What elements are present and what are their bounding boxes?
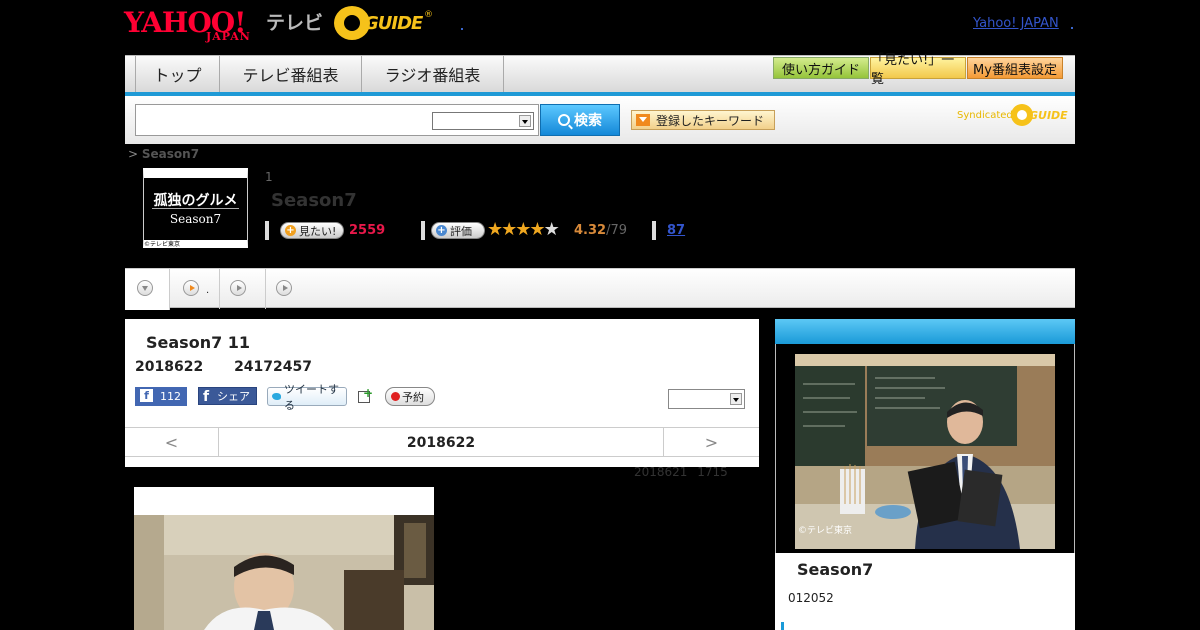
rating-count: /79 [606,223,627,238]
want-button-label: 見たい! [299,224,337,238]
thumbnail-title: 孤独のグルメ [153,193,238,209]
search-bar: 検索 登録したキーワード Syndicated GUIDE [125,96,1075,144]
tab-4[interactable] [266,269,311,309]
facebook-share-button[interactable]: シェア [198,387,257,405]
yahoo-japan-logo[interactable]: YAHOO! JAPAN [124,6,264,43]
program-thumbnail[interactable]: 孤独のグルメ Season7 ©テレビ東京 [143,168,248,248]
star-icon: ★ [515,219,531,240]
program-title: Season7 [271,190,357,211]
tab-3[interactable] [220,269,266,309]
my-listings-settings-button[interactable]: My番組表設定 [967,57,1063,79]
divider-bar [652,221,656,240]
tv-logo-text[interactable]: テレビ [266,8,323,35]
rating-score: 4.32/79 [574,223,627,238]
search-category-select[interactable] [432,112,534,130]
star-icon: ★ [529,219,545,240]
sidebar-image-copyright: ©テレビ東京 [798,526,853,536]
sidebar-program-subtitle: 012052 [788,591,834,605]
current-episode-date: 2018622 [406,434,476,451]
tab-2[interactable] [170,269,220,309]
star-icon: ★ [501,219,517,240]
divider-bar [421,221,425,240]
play-icon [276,280,292,296]
plus-icon: + [363,386,374,400]
want-list-button[interactable]: 「見たい!」一覧 [870,53,966,87]
episode-photo [134,487,434,630]
tab-episode-active[interactable] [125,269,170,310]
evaluate-button[interactable]: + 評価 [431,222,485,239]
search-button[interactable]: 検索 [540,104,620,136]
global-nav: トップ テレビ番組表 ラジオ番組表 使い方ガイド 「見たい!」一覧 My番組表設… [125,53,1075,96]
episode-air-date: 2018622 24172457 [135,359,312,375]
gguide-logo-text: GUIDE [364,13,423,34]
chevron-down-icon [730,393,742,405]
thumbnail-season: Season7 [169,212,222,226]
episode-updated-time: 2018621 1715 [634,465,728,479]
chevron-down-icon [519,115,531,127]
plus-icon: + [285,225,296,236]
episode-title: Season7 11 [146,333,251,352]
episode-index: 1 [265,170,273,184]
evaluate-button-label: 評価 [450,224,472,238]
play-icon [230,280,246,296]
rating-value: 4.32 [574,223,607,238]
search-icon [558,114,570,126]
sidebar-accent-bar [781,622,784,630]
divider-bar [265,221,269,240]
nav-tab-top[interactable]: トップ [135,56,220,92]
tweet-button[interactable]: ツイートする [267,383,347,412]
next-episode-button[interactable]: > [663,428,759,457]
program-tabs [125,268,1075,310]
reserve-button[interactable]: 予約 [385,387,435,406]
syndicated-gguide-logo: GUIDE [1011,104,1068,126]
add-calendar-icon[interactable]: + [357,386,374,404]
star-icon: ★ [543,219,560,240]
sidebar-program-title[interactable]: Season7 [797,560,873,579]
registered-keywords-label: 登録したキーワード [656,113,765,128]
breadcrumb-separator: > [128,147,139,161]
episode-date-nav: < 2018622 > [125,427,759,457]
dropdown-arrow-icon [636,114,650,126]
nav-tab-radio-listings[interactable]: ラジオ番組表 [362,56,504,92]
want-count: 2559 [349,223,386,238]
sidebar-program-image[interactable] [795,354,1055,549]
registered-keywords-button[interactable]: 登録したキーワード [631,110,775,130]
gguide-logo[interactable]: GUIDE ® [334,6,434,42]
yahoo-japan-link[interactable]: Yahoo! JAPAN [973,16,1059,31]
header-link-dot [461,28,463,30]
thumbnail-divider [152,208,239,209]
usage-guide-button[interactable]: 使い方ガイド [773,57,869,79]
syndicated-label: Syndicated [957,110,1013,121]
chevron-down-icon [137,280,153,296]
breadcrumb-current: Season7 [141,147,200,161]
want-button[interactable]: + 見たい! [280,222,344,239]
prev-episode-button[interactable]: < [125,428,219,457]
program-key-visual [795,354,1055,549]
nav-tab-tv-listings[interactable]: テレビ番組表 [220,56,362,92]
tab-label: . [206,285,210,296]
facebook-like-button[interactable]: 112 [135,387,187,406]
episode-select[interactable] [668,389,745,409]
episode-photo-image [134,515,434,630]
sidebar-header [775,319,1075,344]
breadcrumb: > Season7 [128,147,199,161]
plus-icon: + [436,225,447,236]
syndicated-logo-text: GUIDE [1029,109,1068,122]
review-count-link[interactable]: 87 [667,223,685,238]
thumbnail-copyright: ©テレビ東京 [144,241,181,248]
search-button-label: 検索 [574,113,602,129]
star-icon: ★ [487,219,503,240]
header-link-dot [1071,27,1073,29]
play-icon [183,280,199,296]
page: YAHOO! JAPAN テレビ GUIDE ® Yahoo! JAPAN トッ… [0,0,1200,630]
japan-logo-text: JAPAN [206,30,251,43]
rating-stars: ★★★★★ [487,219,560,240]
episode-panel: Season7 11 2018622 24172457 112 シェア ツイート… [125,319,759,467]
registered-mark: ® [424,10,433,20]
